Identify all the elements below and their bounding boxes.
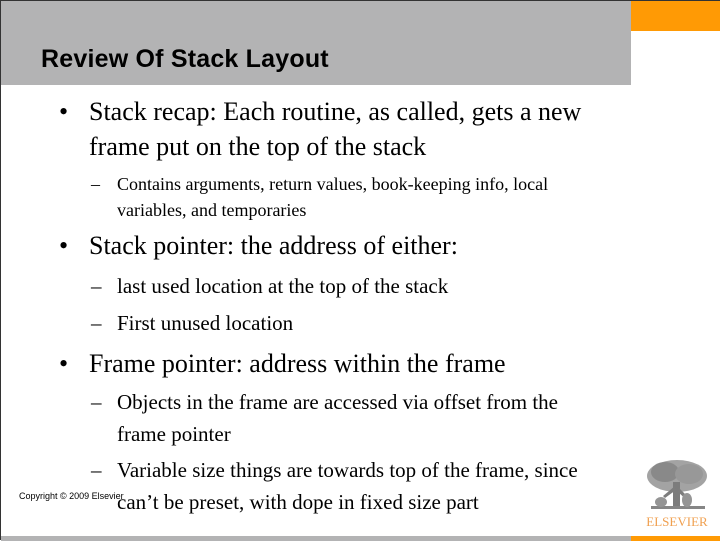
bullet-text: Stack pointer: the address of either: bbox=[89, 231, 458, 260]
accent-block-top bbox=[631, 1, 720, 31]
sub-bullet-text: can’t be preset, with dope in fixed size… bbox=[117, 490, 479, 514]
publisher-logo-text: ELSEVIER bbox=[646, 514, 708, 529]
bullet-text: Frame pointer: address within the frame bbox=[89, 349, 506, 378]
sub-bullet-text: variables, and temporaries bbox=[117, 200, 307, 220]
sub-bullet-marker: – bbox=[91, 390, 102, 414]
bullet-marker: • bbox=[59, 97, 69, 126]
bullet-text: frame put on the top of the stack bbox=[89, 132, 427, 161]
bullet-text: Stack recap: Each routine, as called, ge… bbox=[89, 97, 582, 126]
slide: Review Of Stack Layout • Stack recap: Ea… bbox=[0, 0, 720, 541]
sub-bullet-text: Contains arguments, return values, book-… bbox=[117, 174, 549, 194]
bullet-marker: • bbox=[59, 231, 69, 260]
sub-bullet-text: frame pointer bbox=[117, 422, 231, 446]
publisher-logo: ELSEVIER bbox=[637, 456, 717, 534]
sub-bullet-text: Variable size things are towards top of … bbox=[117, 458, 578, 482]
sub-bullet-marker: – bbox=[91, 311, 102, 335]
elsevier-tree-icon: ELSEVIER bbox=[646, 460, 708, 529]
footer-bar-orange bbox=[631, 536, 720, 541]
sub-bullet-text: Objects in the frame are accessed via of… bbox=[117, 390, 558, 414]
bullet-marker: • bbox=[59, 349, 69, 378]
sub-bullet-marker: – bbox=[91, 274, 102, 298]
slide-title: Review Of Stack Layout bbox=[41, 45, 329, 73]
sub-bullet-text: last used location at the top of the sta… bbox=[117, 274, 449, 298]
sub-bullet-marker: – bbox=[91, 174, 100, 194]
copyright-notice: Copyright © 2009 Elsevier bbox=[19, 491, 124, 501]
sub-bullet-text: First unused location bbox=[117, 311, 294, 335]
footer-bar-gray bbox=[1, 536, 631, 541]
sub-bullet-marker: – bbox=[91, 458, 102, 482]
